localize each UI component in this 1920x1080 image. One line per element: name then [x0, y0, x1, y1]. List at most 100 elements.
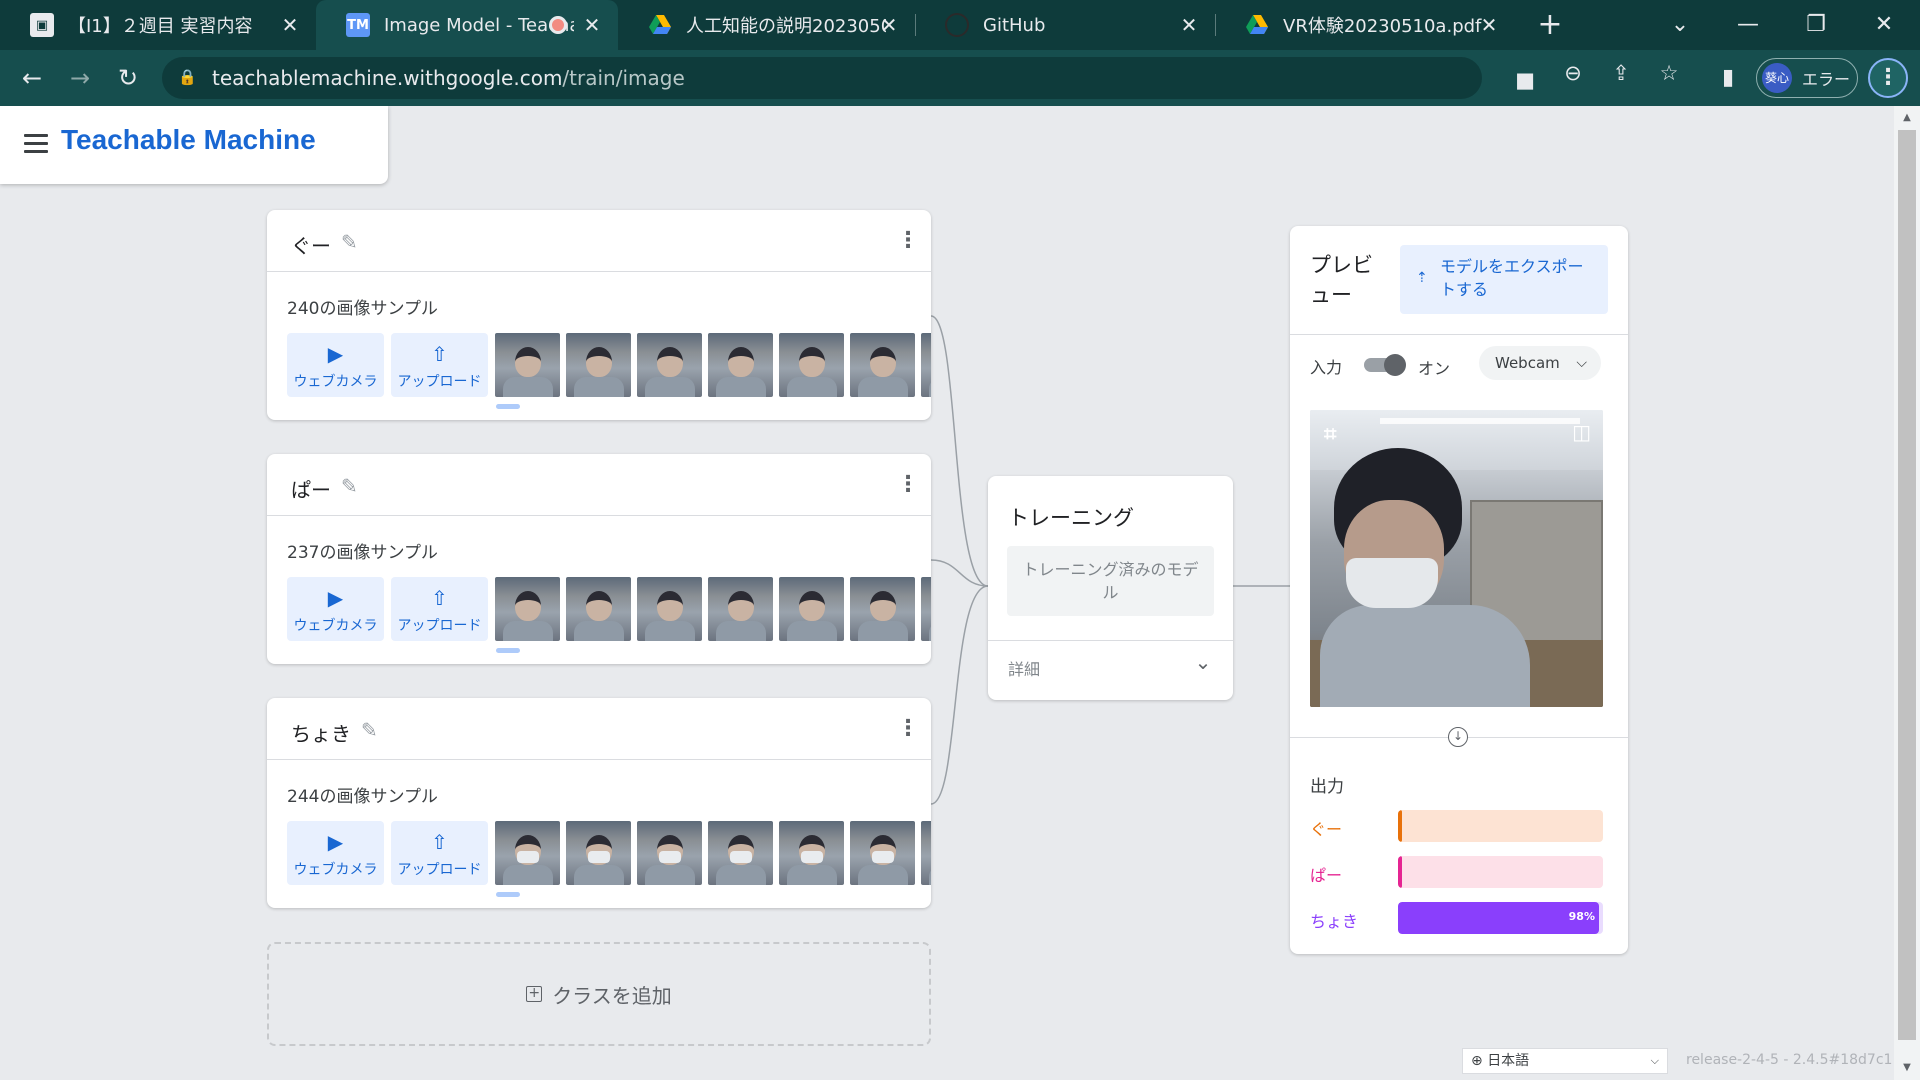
browser-tab-5[interactable]: VR体験20230510a.pdf - Google Drive ✕ [1215, 0, 1515, 50]
sample-thumbnail[interactable] [495, 577, 560, 641]
sample-thumbnail[interactable] [708, 821, 773, 885]
advanced-label[interactable]: 詳細 [1008, 656, 1040, 680]
close-icon[interactable]: ✕ [278, 13, 302, 37]
upload-button[interactable]: ⇧ アップロード [391, 821, 488, 885]
add-class-button[interactable]: + クラスを追加 [267, 942, 931, 1046]
browser-menu-button[interactable]: ⋮ [1868, 58, 1908, 98]
thumbnail-scroll-indicator[interactable] [496, 648, 520, 653]
tab-search-button[interactable]: ⌄ [1660, 8, 1700, 42]
sample-thumbnail[interactable] [495, 821, 560, 885]
close-window-button[interactable]: ✕ [1864, 8, 1904, 42]
arrow-down-icon: ↓ [1448, 727, 1468, 747]
sample-thumbnail[interactable] [850, 577, 915, 641]
zoom-icon[interactable]: ⊖ [1560, 60, 1586, 86]
sample-thumbnail[interactable] [495, 333, 560, 397]
sample-thumbnail[interactable] [779, 821, 844, 885]
share-icon[interactable]: ⇪ [1608, 60, 1634, 86]
scroll-up-icon[interactable]: ▲ [1894, 108, 1920, 128]
sample-thumbnail[interactable] [566, 821, 631, 885]
browser-tab-2[interactable]: TM Image Model - Teachable Machine ✕ [316, 0, 618, 50]
sample-thumbnail[interactable] [637, 333, 702, 397]
new-tab-button[interactable]: + [1533, 8, 1567, 42]
google-drive-icon [648, 13, 672, 37]
edit-pencil-icon[interactable]: ✎ [341, 230, 363, 254]
profile-chip[interactable]: 葵心 エラー [1756, 58, 1858, 98]
add-class-label: クラスを追加 [552, 983, 672, 1008]
scroll-down-icon[interactable]: ▼ [1894, 1058, 1920, 1078]
camera-in-use-icon[interactable]: ■ [1512, 67, 1538, 93]
more-options-icon[interactable]: ⋮ [897, 472, 919, 498]
sample-thumbnail[interactable] [921, 577, 931, 641]
sample-count: 237の画像サンプル [287, 543, 438, 563]
upload-button[interactable]: ⇧ アップロード [391, 333, 488, 397]
restore-button[interactable]: ❐ [1796, 8, 1836, 42]
sample-thumbnail[interactable] [566, 333, 631, 397]
google-drive-icon [1245, 13, 1269, 37]
forward-button[interactable]: → [62, 60, 98, 96]
sample-thumbnail[interactable] [708, 333, 773, 397]
class-name[interactable]: ぐー [291, 230, 331, 259]
language-value: 日本語 [1487, 1053, 1530, 1069]
output-label: ちょき [1310, 912, 1359, 931]
toggle-state-label: オン [1418, 359, 1451, 378]
input-source-select[interactable]: Webcam ⌵ [1479, 346, 1601, 380]
webcam-button[interactable]: ▶ ウェブカメラ [287, 821, 384, 885]
more-options-icon[interactable]: ⋮ [897, 228, 919, 254]
sample-thumbnail[interactable] [637, 577, 702, 641]
chevron-down-icon: ⌵ [1650, 1054, 1659, 1067]
webcam-label: ウェブカメラ [293, 374, 378, 390]
input-toggle[interactable] [1364, 354, 1406, 376]
close-icon[interactable]: ✕ [877, 13, 901, 37]
upload-button[interactable]: ⇧ アップロード [391, 577, 488, 641]
webcam-button[interactable]: ▶ ウェブカメラ [287, 577, 384, 641]
webcam-button[interactable]: ▶ ウェブカメラ [287, 333, 384, 397]
sample-thumbnail[interactable] [708, 577, 773, 641]
close-icon[interactable]: ✕ [580, 13, 604, 37]
sample-thumbnail[interactable] [921, 821, 931, 885]
sample-thumbnail[interactable] [921, 333, 931, 397]
browser-tab-4[interactable]: GitHub ✕ [915, 0, 1215, 50]
browser-tab-1[interactable]: ▣ 【I1】２週目 実習内容 ✕ [0, 0, 316, 50]
chevron-down-icon[interactable]: ⌄ [1191, 650, 1215, 674]
close-icon[interactable]: ✕ [1177, 13, 1201, 37]
side-panel-icon[interactable]: ▮ [1714, 64, 1742, 92]
thumbnail-scroll-indicator[interactable] [496, 404, 520, 409]
thumbnail-scroll-indicator[interactable] [496, 892, 520, 897]
address-bar[interactable]: 🔒 teachablemachine.withgoogle.com/train/… [162, 57, 1535, 99]
webcam-label: ウェブカメラ [293, 862, 378, 878]
brand-title[interactable]: Teachable Machine [61, 124, 316, 156]
class-name[interactable]: ぱー [291, 474, 331, 503]
bookmark-star-icon[interactable]: ☆ [1656, 60, 1682, 86]
menu-icon[interactable] [24, 134, 48, 154]
close-icon[interactable]: ✕ [1477, 13, 1501, 37]
browser-tab-3[interactable]: 人工知能の説明20230509 ✕ [618, 0, 915, 50]
edit-pencil-icon[interactable]: ✎ [361, 718, 383, 742]
edit-pencil-icon[interactable]: ✎ [341, 474, 363, 498]
sample-thumbnail[interactable] [637, 821, 702, 885]
recording-icon [549, 16, 567, 34]
class-header: ぱー ✎ ⋮ [267, 454, 931, 516]
flip-camera-icon[interactable]: ◫ [1572, 420, 1591, 444]
output-label: ぱー [1310, 866, 1343, 885]
export-model-button[interactable]: ⇡ モデルをエクスポートする [1400, 245, 1608, 314]
class-name[interactable]: ちょき [291, 718, 351, 747]
language-select[interactable]: ⊕ 日本語 ⌵ [1462, 1048, 1668, 1074]
output-row: ぱー [1310, 856, 1603, 888]
page-scrollbar[interactable]: ▲ ▼ [1894, 106, 1920, 1080]
sample-thumbnail[interactable] [566, 577, 631, 641]
sample-thumbnail[interactable] [850, 333, 915, 397]
output-row: ぐー [1310, 810, 1603, 842]
scrollbar-thumb[interactable] [1898, 130, 1916, 1040]
reload-button[interactable]: ↻ [110, 60, 146, 96]
train-model-button[interactable]: トレーニング済みのモデル [1007, 546, 1214, 616]
more-options-icon[interactable]: ⋮ [897, 716, 919, 742]
back-button[interactable]: ← [14, 60, 50, 96]
crop-icon[interactable]: ⌗ [1324, 422, 1336, 447]
upload-label: アップロード [397, 374, 482, 390]
minimize-button[interactable]: — [1728, 8, 1768, 42]
sample-thumbnail[interactable] [779, 577, 844, 641]
sample-thumbnail[interactable] [850, 821, 915, 885]
sample-thumbnail[interactable] [779, 333, 844, 397]
person-card-icon: ▣ [30, 13, 54, 37]
sample-count: 240の画像サンプル [287, 299, 438, 319]
